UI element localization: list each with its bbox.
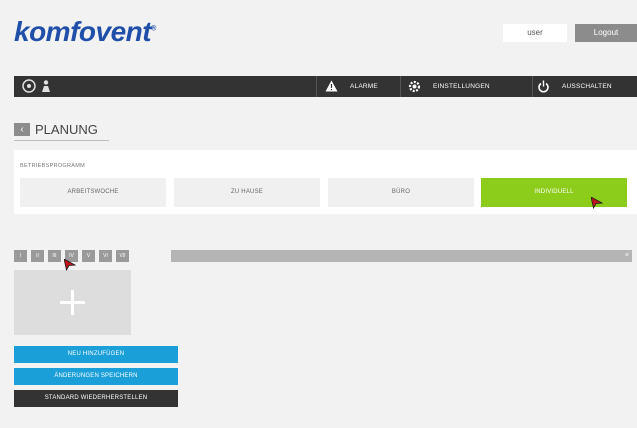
fan-icon[interactable]	[22, 79, 36, 93]
logout-button[interactable]: Logout	[575, 24, 637, 42]
plus-icon-vertical	[71, 290, 74, 315]
logo-registered-mark: ®	[151, 25, 156, 33]
shutdown-menu-item[interactable]: AUSSCHALTEN	[536, 76, 612, 97]
program-option-individuell[interactable]: INDIVIDUELL	[481, 178, 627, 207]
title-underline	[14, 140, 109, 141]
shutdown-label: AUSSCHALTEN	[562, 83, 612, 90]
day-tab-6[interactable]: VI	[99, 250, 112, 262]
operating-program-panel: BETRIEBSPROGRAMM ARBEITSWOCHE ZU HAUSE B…	[14, 150, 637, 214]
back-button[interactable]: ‹	[14, 123, 30, 136]
topbar-separator	[400, 76, 401, 97]
day-tab-2[interactable]: II	[31, 250, 44, 262]
day-tab-7[interactable]: VII	[116, 250, 129, 262]
komfovent-logo: komfovent®	[14, 16, 156, 48]
logo-text: komfovent	[14, 16, 152, 47]
topbar-left-icons	[22, 79, 53, 93]
warning-icon	[324, 80, 338, 94]
person-icon[interactable]	[39, 79, 53, 93]
restore-default-button[interactable]: STANDARD WIEDERHERSTELLEN	[14, 390, 178, 407]
add-schedule-tile[interactable]	[14, 270, 131, 335]
day-tab-1[interactable]: I	[14, 250, 27, 262]
day-tab-5[interactable]: V	[82, 250, 95, 262]
top-navigation-bar: ALARME EINSTELLUNGEN AUSSCHALTEN	[14, 76, 637, 97]
operating-program-label: BETRIEBSPROGRAMM	[20, 163, 86, 169]
save-changes-button[interactable]: ÄNDERUNGEN SPEICHERN	[14, 368, 178, 385]
settings-menu-item[interactable]: EINSTELLUNGEN	[407, 76, 490, 97]
topbar-separator	[532, 76, 533, 97]
program-option-zu-hause[interactable]: ZU HAUSE	[174, 178, 320, 207]
gear-icon	[407, 80, 421, 94]
day-tab-3[interactable]: III	[48, 250, 61, 262]
settings-label: EINSTELLUNGEN	[433, 83, 490, 90]
power-icon	[536, 80, 550, 94]
close-icon[interactable]: ×	[625, 250, 629, 262]
topbar-separator	[316, 76, 317, 97]
user-field[interactable]: user	[503, 24, 567, 42]
program-option-buero[interactable]: BÜRO	[328, 178, 474, 207]
alarms-label: ALARME	[350, 83, 378, 90]
add-new-button[interactable]: NEU HINZUFÜGEN	[14, 346, 178, 363]
page-header: ‹ PLANUNG	[14, 122, 98, 137]
schedule-timeline-bar: ×	[171, 250, 632, 262]
alarms-menu-item[interactable]: ALARME	[324, 76, 378, 97]
page-title: PLANUNG	[35, 122, 98, 137]
program-option-arbeitswoche[interactable]: ARBEITSWOCHE	[20, 178, 166, 207]
